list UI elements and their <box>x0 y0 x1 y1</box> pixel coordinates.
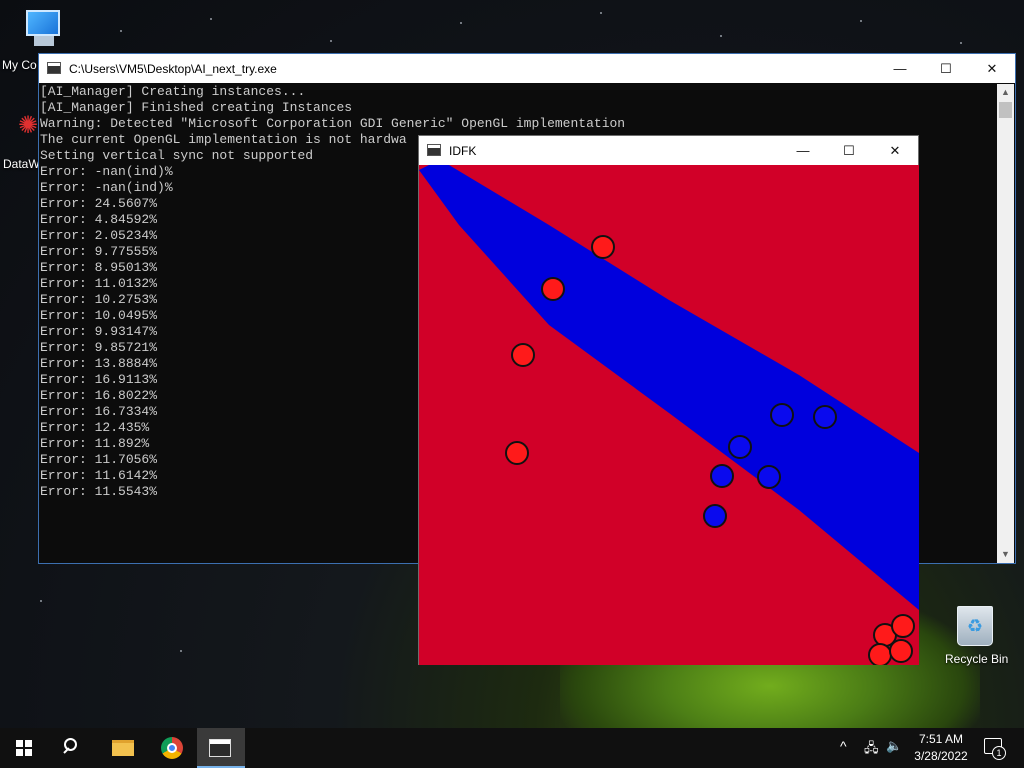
console-window-title: C:\Users\VM5\Desktop\AI_next_try.exe <box>69 62 277 76</box>
console-line: [AI_Manager] Finished creating Instances <box>40 100 353 115</box>
scroll-up-arrow-icon[interactable]: ▲ <box>997 84 1014 101</box>
desktop-icon-label: DataW <box>3 157 40 171</box>
red-data-point <box>505 441 529 465</box>
minimize-button[interactable]: — <box>877 54 923 83</box>
classification-canvas[interactable] <box>419 165 919 665</box>
windows-logo-icon <box>16 740 32 756</box>
blue-data-point <box>813 405 837 429</box>
red-data-point <box>541 277 565 301</box>
scroll-down-arrow-icon[interactable]: ▼ <box>997 546 1014 563</box>
console-app-icon <box>47 62 61 74</box>
idfk-app-icon <box>427 144 441 156</box>
red-data-point <box>868 643 892 665</box>
desktop-icon-label: Recycle Bin <box>945 652 1009 666</box>
blue-data-point <box>728 435 752 459</box>
red-data-point <box>891 614 915 638</box>
volume-icon[interactable]: 🔈 <box>886 738 902 754</box>
console-line: [AI_Manager] Creating instances... <box>40 84 306 99</box>
red-data-point <box>889 639 913 663</box>
clock-date: 3/28/2022 <box>914 749 968 763</box>
maximize-button[interactable]: ☐ <box>923 54 969 83</box>
start-button[interactable] <box>0 728 48 768</box>
red-data-point <box>511 343 535 367</box>
network-icon[interactable]: 🖧 <box>864 739 879 761</box>
chrome-icon <box>161 737 183 759</box>
folder-icon <box>112 740 134 756</box>
clock-time: 7:51 AM <box>918 732 964 746</box>
idfk-window-title: IDFK <box>449 144 477 158</box>
datawrangler-icon: ✺ <box>18 112 39 139</box>
this-pc-icon <box>26 10 60 36</box>
console-scrollbar[interactable]: ▲ ▼ <box>997 84 1014 563</box>
taskbar-clock[interactable]: 7:51 AM 3/28/2022 <box>908 731 974 765</box>
console-window-icon <box>209 739 231 757</box>
red-data-point <box>591 235 615 259</box>
tray-chevron-icon[interactable]: ^ <box>840 738 847 754</box>
blue-data-point <box>770 403 794 427</box>
notification-count-badge: 1 <box>992 746 1006 760</box>
blue-data-point <box>710 464 734 488</box>
maximize-button[interactable]: ☐ <box>826 136 872 165</box>
console-title-bar[interactable]: C:\Users\VM5\Desktop\AI_next_try.exe — ☐… <box>39 54 1015 83</box>
minimize-button[interactable]: — <box>780 136 826 165</box>
scroll-thumb[interactable] <box>999 102 1012 118</box>
desktop-icon-label: My Co <box>2 58 37 72</box>
close-button[interactable]: ✕ <box>872 136 918 165</box>
idfk-title-bar[interactable]: IDFK — ☐ ✕ <box>419 136 918 165</box>
console-line: Warning: Detected "Microsoft Corporation… <box>40 116 626 131</box>
idfk-window[interactable]: IDFK — ☐ ✕ <box>418 135 919 665</box>
blue-data-point <box>703 504 727 528</box>
blue-data-point <box>757 465 781 489</box>
close-button[interactable]: ✕ <box>969 54 1015 83</box>
